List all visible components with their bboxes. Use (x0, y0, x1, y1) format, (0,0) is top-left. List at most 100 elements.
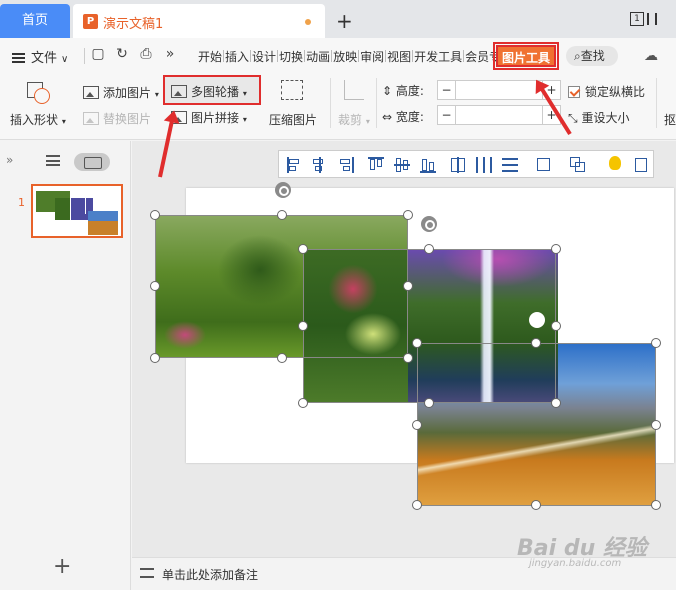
presentation-icon: P (83, 14, 98, 29)
tab-review[interactable]: 审阅 (360, 50, 384, 64)
ribbon-tabs: 开始 插入 设计 切换 动画 放映 审阅 视图 开发工具 会员专享 (198, 48, 513, 65)
add-picture-button[interactable]: 添加图片 ▾ (83, 84, 159, 101)
search-button[interactable]: ⌕查找 (566, 46, 618, 66)
print-icon[interactable]: ⎙ (138, 46, 154, 62)
resize-handle[interactable] (551, 398, 561, 408)
align-middle-icon[interactable] (393, 156, 411, 174)
lightbulb-icon[interactable] (609, 156, 621, 170)
multi-carousel-button[interactable]: 多图轮播 ▾ (171, 83, 247, 100)
resize-handle[interactable] (651, 500, 661, 510)
tab-bar: 首页 P 演示文稿1 + 1 (0, 0, 676, 38)
file-menu-button[interactable]: 文件 ∨ (12, 47, 68, 66)
resize-handle[interactable] (298, 321, 308, 331)
new-tab-button[interactable]: + (336, 9, 353, 33)
compress-icon[interactable] (281, 80, 303, 100)
resize-handle[interactable] (277, 353, 287, 363)
cutout-button[interactable]: 抠 (664, 111, 676, 128)
tab-design[interactable]: 设计 (252, 50, 276, 64)
add-picture-label: 添加图片 (103, 86, 152, 100)
resize-handle[interactable] (531, 338, 541, 348)
combine-icon[interactable] (569, 156, 587, 174)
notes-placeholder: 单击此处添加备注 (162, 568, 259, 582)
tab-document[interactable]: P 演示文稿1 (73, 4, 325, 38)
tab-insert[interactable]: 插入 (225, 50, 249, 64)
slide-thumbnail[interactable] (31, 184, 123, 238)
crop-button[interactable]: 裁剪 ▾ (338, 111, 370, 128)
resize-handle[interactable] (298, 244, 308, 254)
group-icon[interactable] (535, 156, 553, 174)
width-field[interactable]: − + (437, 105, 561, 125)
align-center-icon[interactable] (311, 156, 329, 174)
width-decrease-button[interactable]: − (438, 106, 456, 124)
add-slide-button[interactable]: + (53, 554, 71, 579)
resize-handle[interactable] (403, 353, 413, 363)
picture-collage-button[interactable]: 图片拼接 ▾ (171, 109, 247, 126)
file-menu-label: 文件 (31, 51, 58, 66)
cloud-icon[interactable]: ☁ (644, 48, 658, 64)
resize-handle[interactable] (403, 210, 413, 220)
tab-developer[interactable]: 开发工具 (414, 50, 462, 64)
save-icon[interactable]: ▢ (90, 46, 106, 62)
reset-size-label: 重设大小 (581, 111, 630, 125)
align-bottom-icon[interactable] (419, 156, 437, 174)
lock-ratio-checkbox[interactable]: 锁定纵横比 (568, 83, 645, 100)
resize-handle[interactable] (651, 420, 661, 430)
width-icon: ⇔ (382, 110, 393, 124)
crop-icon[interactable] (344, 80, 364, 100)
replace-picture-button[interactable]: 替换图片 (83, 110, 151, 127)
resize-handle[interactable] (531, 500, 541, 510)
align-top-icon[interactable] (367, 156, 385, 174)
align-left-icon[interactable] (285, 156, 303, 174)
rotate-handle-icon[interactable] (529, 312, 545, 328)
resize-handle[interactable] (150, 281, 160, 291)
align-right-icon[interactable] (337, 156, 355, 174)
resize-handle[interactable] (277, 210, 287, 220)
width-label: ⇔ 宽度: (382, 110, 424, 124)
rotate-handle-icon[interactable] (275, 182, 291, 198)
resize-handle[interactable] (412, 420, 422, 430)
chevron-down-icon: ∨ (61, 54, 69, 65)
redo-icon[interactable]: ↻ (114, 46, 130, 62)
tab-animation[interactable]: 动画 (306, 50, 330, 64)
resize-handle[interactable] (424, 398, 434, 408)
hamburger-icon (12, 53, 25, 63)
more-icon[interactable]: » (162, 46, 178, 62)
tab-start[interactable]: 开始 (198, 50, 222, 64)
resize-handle[interactable] (150, 210, 160, 220)
replace-picture-label: 替换图片 (103, 112, 152, 126)
carousel-icon (171, 85, 187, 98)
notes-icon (140, 568, 154, 578)
resize-handle[interactable] (412, 500, 422, 510)
height-label: ⇕ 高度: (382, 84, 424, 98)
slide-view-toggle[interactable] (74, 153, 110, 171)
tab-view[interactable]: 视图 (387, 50, 411, 64)
resize-handle[interactable] (150, 353, 160, 363)
resize-handle[interactable] (412, 338, 422, 348)
center-both-icon[interactable] (449, 156, 467, 174)
resize-handle[interactable] (403, 281, 413, 291)
resize-handle[interactable] (551, 321, 561, 331)
tab-home[interactable]: 首页 (0, 4, 70, 38)
insert-shape-button[interactable]: 插入形状 ▾ (10, 111, 66, 128)
resize-handle[interactable] (551, 244, 561, 254)
rotate-handle-icon[interactable] (421, 216, 437, 232)
reset-size-button[interactable]: ⤡ 重设大小 (568, 109, 629, 126)
compress-picture-button[interactable]: 压缩图片 (269, 111, 317, 128)
distribute-vertical-icon[interactable] (501, 156, 519, 174)
outline-view-icon[interactable] (46, 155, 60, 166)
tab-slideshow[interactable]: 放映 (333, 50, 357, 64)
window-layout-icon[interactable]: 1 (630, 12, 664, 26)
more-tools-icon[interactable] (633, 156, 651, 174)
distribute-horizontal-icon[interactable] (475, 156, 493, 174)
resize-handle[interactable] (298, 398, 308, 408)
tab-transition[interactable]: 切换 (279, 50, 303, 64)
photo-flower-garden[interactable] (303, 249, 408, 403)
resize-handle[interactable] (424, 244, 434, 254)
tab-picture-tools[interactable]: 图片工具 (493, 42, 559, 70)
height-decrease-button[interactable]: − (438, 81, 456, 99)
expand-panel-icon[interactable]: » (6, 153, 13, 167)
reset-icon: ⤡ (568, 111, 578, 125)
multi-carousel-label: 多图轮播 (191, 85, 240, 99)
insert-shape-icon[interactable] (27, 82, 51, 104)
resize-handle[interactable] (651, 338, 661, 348)
